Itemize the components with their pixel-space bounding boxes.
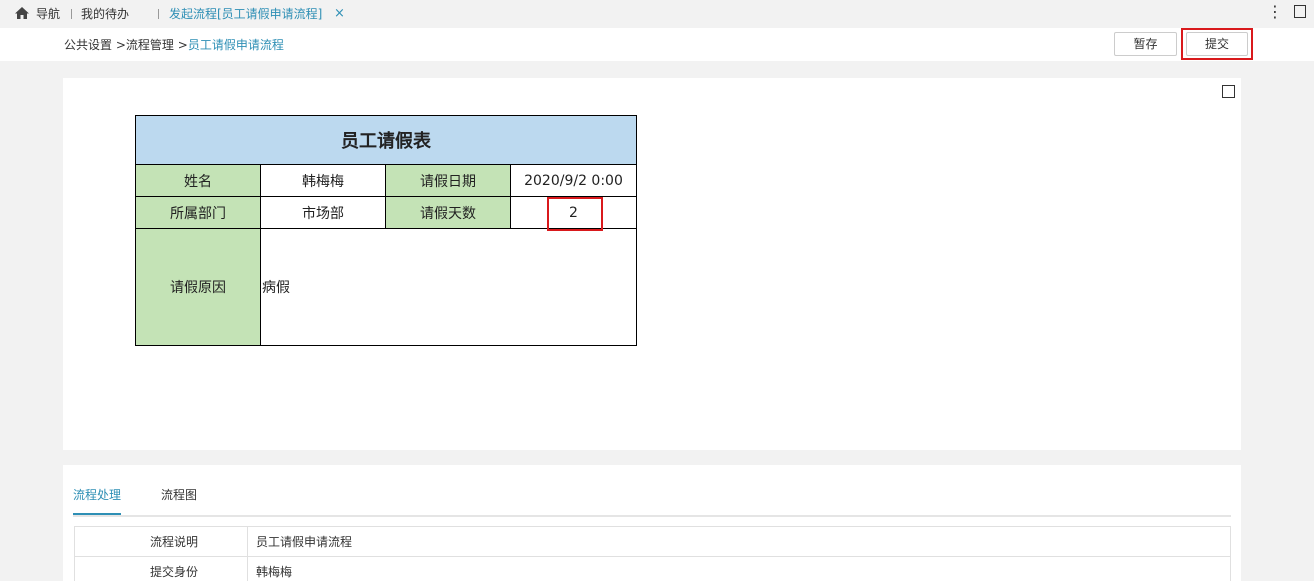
home-icon[interactable] xyxy=(14,5,30,21)
active-tab-indicator xyxy=(73,513,121,515)
breadcrumb-separator: > xyxy=(177,38,188,52)
process-info-table: 流程说明 员工请假申请流程 提交身份 韩梅梅 xyxy=(74,526,1231,581)
reason-label: 请假原因 xyxy=(135,228,261,346)
more-menu-icon[interactable]: ⋮ xyxy=(1267,3,1283,21)
row-key: 提交身份 xyxy=(74,556,248,581)
row-value: 员工请假申请流程 xyxy=(247,526,1231,557)
fullscreen-icon[interactable] xyxy=(1222,85,1235,98)
top-tab-bar: 导航 我的待办 发起流程[员工请假申请流程] × ⋮ xyxy=(0,0,1314,28)
close-tab-icon[interactable]: × xyxy=(334,6,345,22)
leave-date-label: 请假日期 xyxy=(385,164,511,197)
name-field[interactable]: 韩梅梅 xyxy=(260,164,386,197)
tab-divider xyxy=(71,9,72,19)
leave-days-field[interactable]: 2 xyxy=(510,196,637,229)
maximize-icon[interactable] xyxy=(1294,5,1306,18)
leave-date-field[interactable]: 2020/9/2 0:00 xyxy=(510,164,637,197)
tab-process-handling[interactable]: 流程处理 xyxy=(73,487,121,503)
todo-tab[interactable]: 我的待办 xyxy=(81,6,129,22)
table-row: 提交身份 韩梅梅 xyxy=(74,556,1231,581)
row-value: 韩梅梅 xyxy=(247,556,1231,581)
leave-days-label: 请假天数 xyxy=(385,196,511,229)
department-label: 所属部门 xyxy=(135,196,261,229)
reason-field[interactable]: 病假 xyxy=(260,228,637,346)
nav-tab[interactable]: 导航 xyxy=(36,6,60,22)
breadcrumb-item-process-management[interactable]: 流程管理 xyxy=(126,38,174,52)
breadcrumb-current: 员工请假申请流程 xyxy=(187,38,284,52)
form-panel: 员工请假表 姓名 韩梅梅 请假日期 2020/9/2 0:00 所属部门 市场部… xyxy=(63,78,1241,450)
leave-form-table: 员工请假表 姓名 韩梅梅 请假日期 2020/9/2 0:00 所属部门 市场部… xyxy=(135,115,637,346)
breadcrumb: 公共设置 >流程管理 >员工请假申请流程 xyxy=(64,37,284,53)
process-tabs: 流程处理 流程图 xyxy=(73,487,1231,517)
name-label: 姓名 xyxy=(135,164,261,197)
breadcrumb-item-public-settings[interactable]: 公共设置 xyxy=(64,38,112,52)
save-draft-button[interactable]: 暂存 xyxy=(1114,32,1177,56)
breadcrumb-separator: > xyxy=(115,38,126,52)
breadcrumb-bar: 公共设置 >流程管理 >员工请假申请流程 暂存 提交 xyxy=(0,28,1314,61)
form-title: 员工请假表 xyxy=(135,115,637,165)
tab-flowchart[interactable]: 流程图 xyxy=(161,487,197,503)
submit-button[interactable]: 提交 xyxy=(1186,32,1248,56)
table-row: 流程说明 员工请假申请流程 xyxy=(74,526,1231,557)
department-field[interactable]: 市场部 xyxy=(260,196,386,229)
active-tab[interactable]: 发起流程[员工请假申请流程] xyxy=(169,6,322,22)
tab-divider xyxy=(158,9,159,19)
row-key: 流程说明 xyxy=(74,526,248,557)
process-panel: 流程处理 流程图 流程说明 员工请假申请流程 提交身份 韩梅梅 xyxy=(63,465,1241,581)
